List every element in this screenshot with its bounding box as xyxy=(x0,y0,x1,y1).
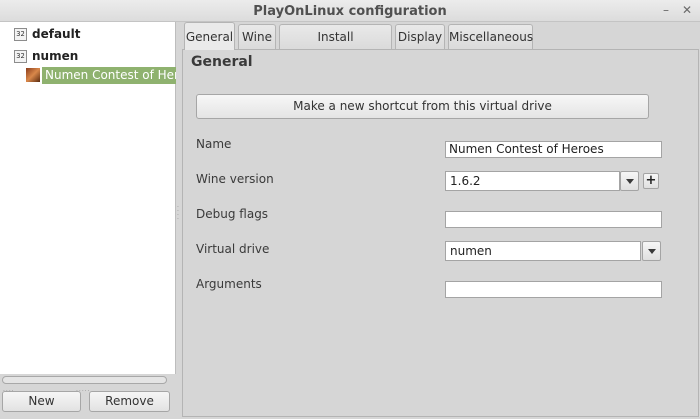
section-heading: General xyxy=(191,54,253,70)
tab-wine[interactable]: Wine xyxy=(238,24,276,50)
virtual-drive-select[interactable]: numen xyxy=(445,241,641,261)
tab-miscellaneous[interactable]: Miscellaneous xyxy=(448,24,533,50)
remove-button[interactable]: Remove xyxy=(89,391,170,412)
window-title: PlayOnLinux configuration xyxy=(253,4,447,19)
prefix-tree: 32 default 32 numen Numen Contest of Her… xyxy=(0,22,176,374)
tab-general[interactable]: General xyxy=(184,22,235,50)
horizontal-scrollbar[interactable] xyxy=(2,376,167,384)
name-label: Name xyxy=(196,137,232,151)
tree-node-numen[interactable]: 32 numen xyxy=(14,47,78,65)
name-field[interactable]: Numen Contest of Heroes xyxy=(445,141,662,158)
prefix-icon: 32 xyxy=(14,49,27,63)
prefix-icon: 32 xyxy=(14,27,27,41)
chevron-down-icon[interactable] xyxy=(620,171,639,191)
tree-node-default[interactable]: 32 default xyxy=(14,25,80,43)
make-shortcut-button[interactable]: Make a new shortcut from this virtual dr… xyxy=(196,94,649,119)
arguments-label: Arguments xyxy=(196,277,262,291)
minimize-icon[interactable]: – xyxy=(658,2,674,18)
debug-flags-field[interactable] xyxy=(445,211,662,228)
tab-display[interactable]: Display xyxy=(395,24,445,50)
wine-version-select[interactable]: 1.6.2 xyxy=(445,171,620,191)
chevron-down-icon[interactable] xyxy=(642,241,661,261)
tree-item-numen-contest-of-heroes[interactable]: Numen Contest of Heroes xyxy=(26,66,176,84)
tree-item-label: Numen Contest of Heroes xyxy=(42,66,176,84)
virtual-drive-label: Virtual drive xyxy=(196,242,270,256)
tree-node-label: default xyxy=(32,27,81,41)
settings-pane: General Wine Install components Display … xyxy=(180,22,700,419)
tree-node-label: numen xyxy=(32,49,79,63)
wine-version-label: Wine version xyxy=(196,172,274,186)
debug-flags-label: Debug flags xyxy=(196,207,269,221)
prefix-sidebar: 32 default 32 numen Numen Contest of Her… xyxy=(0,22,176,419)
close-icon[interactable]: ✕ xyxy=(679,2,695,18)
game-icon xyxy=(26,68,40,82)
title-bar: PlayOnLinux configuration – ✕ xyxy=(0,0,700,22)
add-wine-version-button[interactable]: + xyxy=(643,173,659,189)
arguments-field[interactable] xyxy=(445,281,662,298)
new-button[interactable]: New xyxy=(2,391,81,412)
tab-install-components[interactable]: Install components xyxy=(279,24,392,68)
